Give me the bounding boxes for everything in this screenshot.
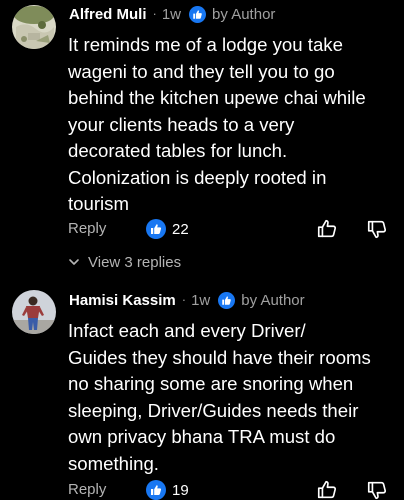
like-count[interactable]: 19 xyxy=(146,478,189,500)
thumbs-up-icon[interactable] xyxy=(316,479,338,500)
comment-text: It reminds me of a lodge you take wageni… xyxy=(68,34,366,214)
like-count[interactable]: 22 xyxy=(146,217,189,241)
comment-time: 1w xyxy=(161,5,182,23)
avatar[interactable] xyxy=(12,5,56,49)
comment-actions: Reply 22 xyxy=(0,217,404,241)
reply-button[interactable]: Reply xyxy=(68,217,106,241)
comment-actions: Reply 19 xyxy=(0,478,404,500)
author-label: by Author xyxy=(241,291,305,309)
meta-separator: · xyxy=(181,291,187,307)
chevron-down-icon xyxy=(68,256,80,268)
like-badge-icon xyxy=(218,291,236,309)
like-badge-icon xyxy=(189,5,207,23)
thumbs-up-icon[interactable] xyxy=(316,218,338,240)
comment-text: Infact each and every Driver/ Guides the… xyxy=(68,320,371,474)
reply-button[interactable]: Reply xyxy=(68,478,106,500)
comment-meta: Hamisi Kassim · 1w by Author xyxy=(69,290,305,310)
view-replies-button[interactable]: View 3 replies xyxy=(68,252,181,272)
like-badge-icon xyxy=(146,219,166,239)
comment-time: 1w xyxy=(191,291,211,309)
like-count-value: 19 xyxy=(172,481,189,499)
commenter-name[interactable]: Alfred Muli xyxy=(69,6,147,23)
author-label: by Author xyxy=(212,5,276,23)
like-count-value: 22 xyxy=(172,220,189,238)
thumbs-down-icon[interactable] xyxy=(366,218,388,240)
comment-meta: Alfred Muli · 1w by Author xyxy=(69,4,275,24)
comments-thread: Alfred Muli · 1w by Author It reminds me… xyxy=(0,0,404,500)
commenter-name[interactable]: Hamisi Kassim xyxy=(69,292,176,309)
meta-separator: · xyxy=(152,5,157,21)
avatar[interactable] xyxy=(12,290,56,334)
thumbs-down-icon[interactable] xyxy=(366,479,388,500)
like-badge-icon xyxy=(146,480,166,500)
view-replies-label: View 3 replies xyxy=(88,253,182,271)
